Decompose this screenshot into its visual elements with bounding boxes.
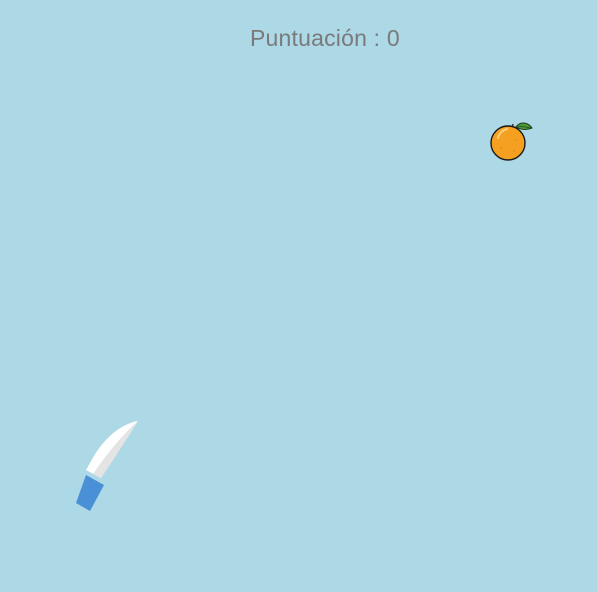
score-label: Puntuación : 0: [250, 25, 400, 51]
knife-icon[interactable]: [68, 415, 148, 515]
game-canvas[interactable]: Puntuación : 0: [0, 0, 597, 592]
orange-icon[interactable]: [486, 118, 536, 164]
